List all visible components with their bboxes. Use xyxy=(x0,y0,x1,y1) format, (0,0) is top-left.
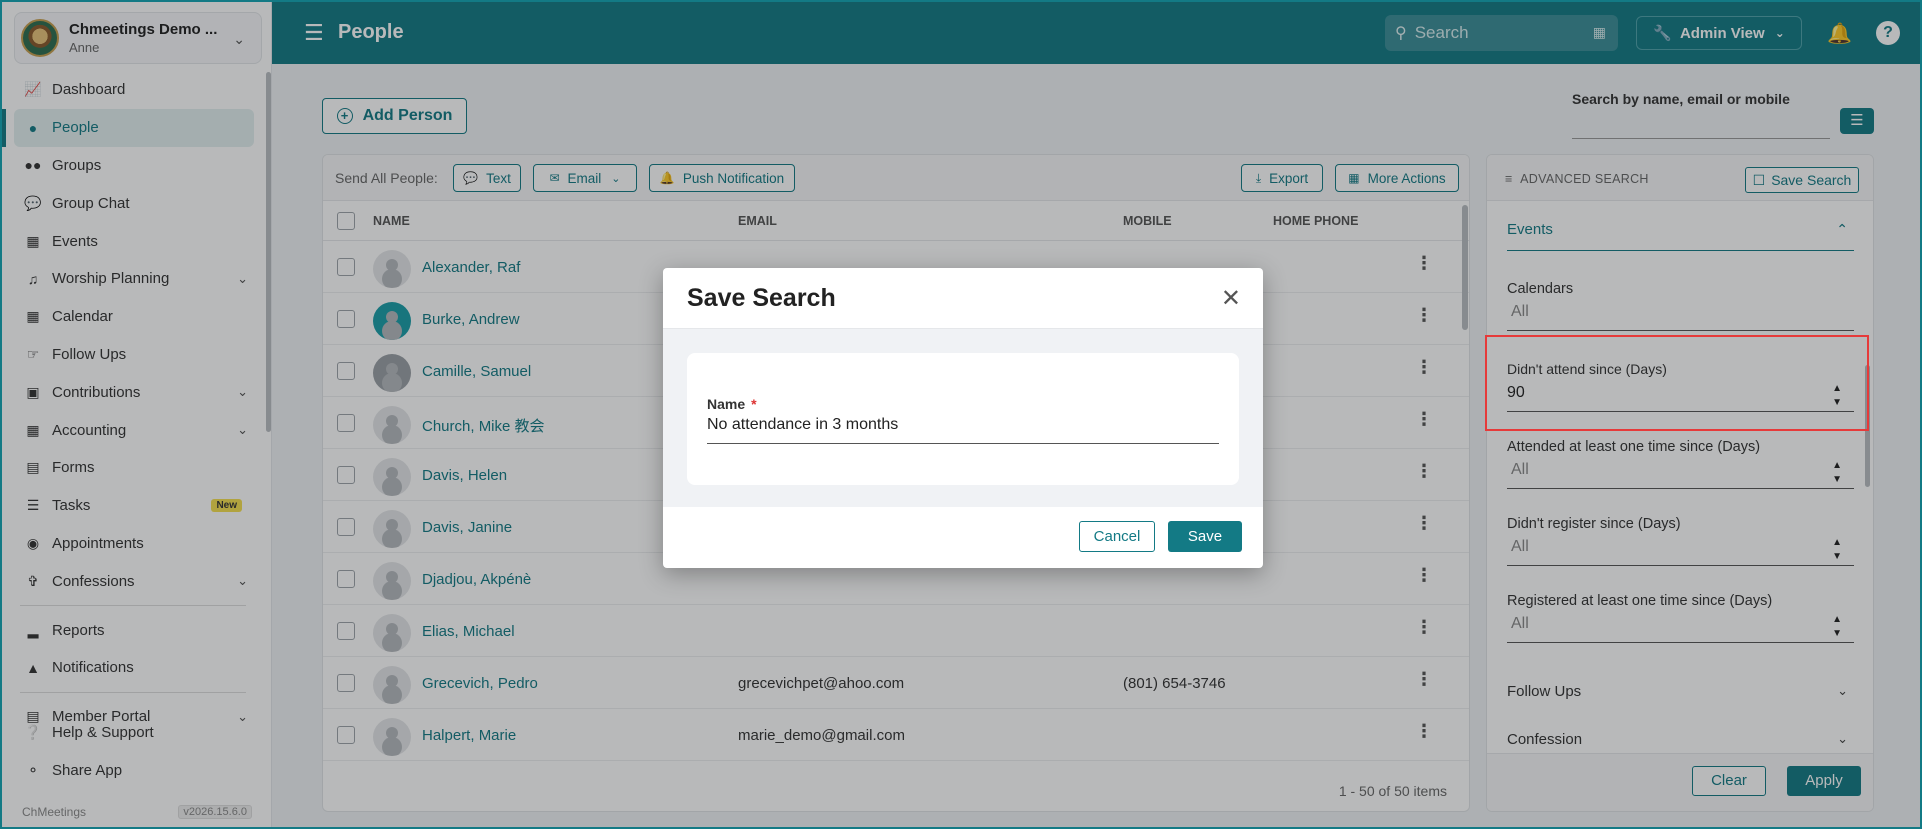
close-icon[interactable]: ✕ xyxy=(1221,284,1241,313)
highlight-box xyxy=(1485,335,1869,431)
dialog-footer: Cancel Save xyxy=(663,507,1263,568)
dialog-header: Save Search ✕ xyxy=(663,268,1263,329)
name-input[interactable]: No attendance in 3 months xyxy=(707,416,1219,444)
cancel-button[interactable]: Cancel xyxy=(1079,521,1155,552)
dialog-title: Save Search xyxy=(687,284,836,312)
dialog-card: Name * No attendance in 3 months xyxy=(687,353,1239,485)
save-search-dialog: Save Search ✕ Name * No attendance in 3 m… xyxy=(663,268,1263,568)
dialog-body: Name * No attendance in 3 months xyxy=(663,329,1263,507)
required-mark: * xyxy=(751,396,757,412)
save-button[interactable]: Save xyxy=(1168,521,1242,552)
name-label: Name * xyxy=(707,396,757,412)
app-window: Chmeetings Demo ... Anne ⌄ 📈 Dashboard ● P… xyxy=(0,0,1922,829)
